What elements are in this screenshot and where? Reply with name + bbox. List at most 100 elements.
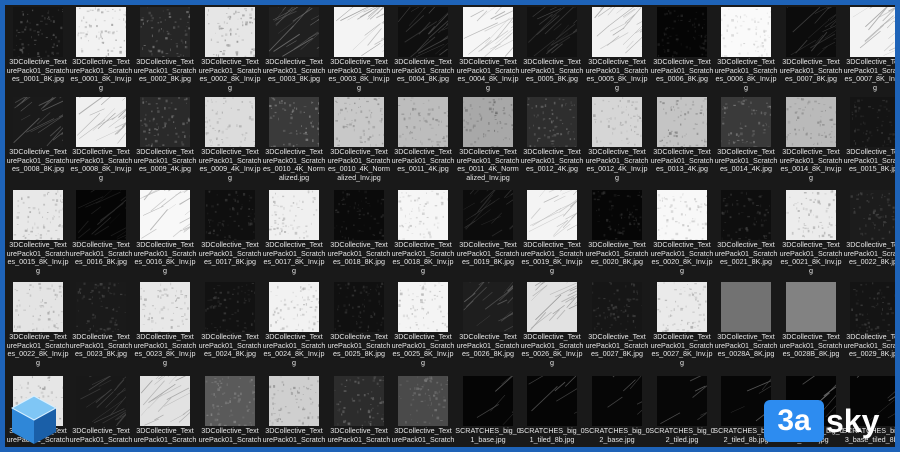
file-thumbnail — [269, 7, 319, 57]
file-item[interactable]: 3DCollective_Text urePack01_Scratch es_0… — [263, 96, 329, 188]
file-item[interactable]: 3DCollective_Text urePack01_Scratch es_0… — [263, 6, 329, 98]
file-name: 3DCollective_Text urePack01_Scratch es_0… — [585, 241, 649, 267]
file-item[interactable]: 3DCollective_Text urePack01_Scratch es_0… — [780, 96, 846, 188]
file-thumbnail — [13, 282, 63, 332]
texture-preview — [205, 376, 255, 426]
file-item[interactable]: 3DCollective_Text urePack01_Scratch es_0… — [70, 281, 136, 373]
file-item[interactable]: 3DCollective_Text urePack01_Scratch es_0… — [844, 96, 895, 188]
file-item[interactable]: 3DCollective_Text urePack01_Scratch — [134, 375, 200, 447]
texture-preview — [398, 376, 448, 426]
texture-preview — [463, 376, 513, 426]
file-item[interactable]: 3DCollective_Text urePack01_Scratch es_0… — [715, 6, 781, 98]
file-item[interactable]: 3DCollective_Text urePack01_Scratch es_0… — [651, 189, 717, 281]
file-item[interactable]: 3DCollective_Text urePack01_Scratch es_0… — [457, 96, 523, 188]
file-item[interactable]: 3DCollective_Text urePack01_Scratch es_0… — [263, 281, 329, 373]
file-item[interactable]: 3DCollective_Text urePack01_Scratch es_0… — [199, 189, 265, 281]
file-item[interactable]: 3DCollective_Text urePack01_Scratch es_0… — [715, 281, 781, 373]
texture-preview — [850, 190, 895, 240]
file-thumbnail — [786, 282, 836, 332]
file-item[interactable]: SCRATCHES_big_0 2_tiled.jpg — [649, 375, 717, 447]
file-item[interactable]: 3DCollective_Text urePack01_Scratch es_0… — [134, 6, 200, 98]
texture-preview — [786, 7, 836, 57]
file-thumbnail — [592, 7, 642, 57]
file-item[interactable]: 3DCollective_Text urePack01_Scratch es_0… — [392, 6, 458, 98]
texture-preview — [13, 190, 63, 240]
file-item[interactable]: 3DCollective_Text urePack01_Scratch es_0… — [780, 189, 846, 281]
file-item[interactable]: 3DCollective_Text urePack01_Scratch es_0… — [521, 6, 587, 98]
file-item[interactable]: 3DCollective_Text urePack01_Scratch es_0… — [134, 189, 200, 281]
texture-preview — [140, 190, 190, 240]
file-thumbnail — [657, 7, 707, 57]
file-item[interactable]: 3DCollective_Text urePack01_Scratch — [392, 375, 458, 447]
file-item[interactable]: 3DCollective_Text urePack01_Scratch es_0… — [521, 189, 587, 281]
texture-preview — [140, 97, 190, 147]
file-item[interactable]: 3DCollective_Text urePack01_Scratch es_0… — [199, 281, 265, 373]
file-item[interactable]: 3DCollective_Text urePack01_Scratch es_0… — [7, 96, 73, 188]
file-item[interactable]: 3DCollective_Text urePack01_Scratch es_0… — [134, 281, 200, 373]
file-thumbnail — [398, 190, 448, 240]
file-thumbnail — [13, 7, 63, 57]
file-item[interactable]: 3DCollective_Text urePack01_Scratch es_0… — [7, 281, 73, 373]
file-item[interactable]: 3DCollective_Text urePack01_Scratch es_0… — [457, 189, 523, 281]
file-item[interactable]: 3DCollective_Text urePack01_Scratch es_0… — [521, 281, 587, 373]
file-thumbnail — [398, 376, 448, 426]
texture-preview — [721, 190, 771, 240]
file-name: 3DCollective_Text urePack01_Scratch es_0… — [327, 148, 391, 183]
file-item[interactable]: 3DCollective_Text urePack01_Scratch es_0… — [651, 281, 717, 373]
file-name: 3DCollective_Text urePack01_Scratch — [69, 427, 133, 444]
file-item[interactable]: 3DCollective_Text urePack01_Scratch — [70, 375, 136, 447]
file-item[interactable]: 3DCollective_Text urePack01_Scratch es_0… — [844, 189, 895, 281]
file-thumbnail — [205, 7, 255, 57]
texture-preview — [786, 190, 836, 240]
file-item[interactable]: 3DCollective_Text urePack01_Scratch es_0… — [586, 96, 652, 188]
file-thumbnail — [463, 7, 513, 57]
file-item[interactable]: 3DCollective_Text urePack01_Scratch es_0… — [780, 281, 846, 373]
file-item[interactable]: 3DCollective_Text urePack01_Scratch es_0… — [715, 189, 781, 281]
texture-preview — [721, 7, 771, 57]
file-item[interactable]: 3DCollective_Text urePack01_Scratch es_0… — [7, 6, 73, 98]
file-item[interactable]: 3DCollective_Text urePack01_Scratch es_0… — [199, 96, 265, 188]
file-item[interactable]: 3DCollective_Text urePack01_Scratch es_0… — [586, 189, 652, 281]
file-name: 3DCollective_Text urePack01_Scratch es_0… — [69, 333, 133, 359]
file-item[interactable]: 3DCollective_Text urePack01_Scratch — [328, 375, 394, 447]
file-name: 3DCollective_Text urePack01_Scratch es_0… — [585, 333, 649, 359]
file-item[interactable]: SCRATCHES_big_0 1_base.jpg — [455, 375, 523, 447]
file-item[interactable]: 3DCollective_Text urePack01_Scratch es_0… — [780, 6, 846, 98]
file-item[interactable]: 3DCollective_Text urePack01_Scratch es_0… — [844, 6, 895, 98]
file-item[interactable]: 3DCollective_Text urePack01_Scratch es_0… — [521, 96, 587, 188]
texture-preview — [721, 97, 771, 147]
file-item[interactable]: SCRATCHES_big_0 1_tiled_8b.jpg — [519, 375, 587, 447]
file-name: 3DCollective_Text urePack01_Scratch es_0… — [650, 241, 714, 276]
file-item[interactable]: 3DCollective_Text urePack01_Scratch es_0… — [651, 6, 717, 98]
file-item[interactable]: 3DCollective_Text urePack01_Scratch es_0… — [199, 6, 265, 98]
file-item[interactable]: 3DCollective_Text urePack01_Scratch es_0… — [328, 6, 394, 98]
file-item[interactable]: 3DCollective_Text urePack01_Scratch es_0… — [70, 6, 136, 98]
file-item[interactable]: 3DCollective_Text urePack01_Scratch es_0… — [844, 281, 895, 373]
file-item[interactable]: 3DCollective_Text urePack01_Scratch es_0… — [457, 281, 523, 373]
file-item[interactable]: 3DCollective_Text urePack01_Scratch — [263, 375, 329, 447]
file-item[interactable]: 3DCollective_Text urePack01_Scratch es_0… — [392, 96, 458, 188]
file-item[interactable]: 3DCollective_Text urePack01_Scratch es_0… — [7, 189, 73, 281]
file-item[interactable]: 3DCollective_Text urePack01_Scratch es_0… — [586, 6, 652, 98]
file-item[interactable]: 3DCollective_Text urePack01_Scratch es_0… — [328, 189, 394, 281]
thumbnail-row: 3DCollective_Text urePack01_Scratch es_0… — [5, 96, 895, 188]
file-name: 3DCollective_Text urePack01_Scratch es_0… — [6, 148, 70, 174]
texture-preview — [205, 190, 255, 240]
file-item[interactable]: 3DCollective_Text urePack01_Scratch es_0… — [715, 96, 781, 188]
file-item[interactable]: 3DCollective_Text urePack01_Scratch es_0… — [651, 96, 717, 188]
file-item[interactable]: 3DCollective_Text urePack01_Scratch es_0… — [586, 281, 652, 373]
file-item[interactable]: 3DCollective_Text urePack01_Scratch es_0… — [328, 96, 394, 188]
file-thumbnail — [140, 282, 190, 332]
file-item[interactable]: 3DCollective_Text urePack01_Scratch — [199, 375, 265, 447]
file-item[interactable]: 3DCollective_Text urePack01_Scratch es_0… — [263, 189, 329, 281]
file-item[interactable]: 3DCollective_Text urePack01_Scratch es_0… — [70, 96, 136, 188]
file-item[interactable]: 3DCollective_Text urePack01_Scratch es_0… — [134, 96, 200, 188]
file-item[interactable]: 3DCollective_Text urePack01_Scratch es_0… — [392, 281, 458, 373]
file-thumbnail — [76, 97, 126, 147]
file-item[interactable]: 3DCollective_Text urePack01_Scratch es_0… — [457, 6, 523, 98]
texture-preview — [527, 190, 577, 240]
file-item[interactable]: 3DCollective_Text urePack01_Scratch es_0… — [328, 281, 394, 373]
file-item[interactable]: 3DCollective_Text urePack01_Scratch es_0… — [70, 189, 136, 281]
file-item[interactable]: SCRATCHES_big_0 2_base.jpg — [584, 375, 652, 447]
file-item[interactable]: 3DCollective_Text urePack01_Scratch es_0… — [392, 189, 458, 281]
